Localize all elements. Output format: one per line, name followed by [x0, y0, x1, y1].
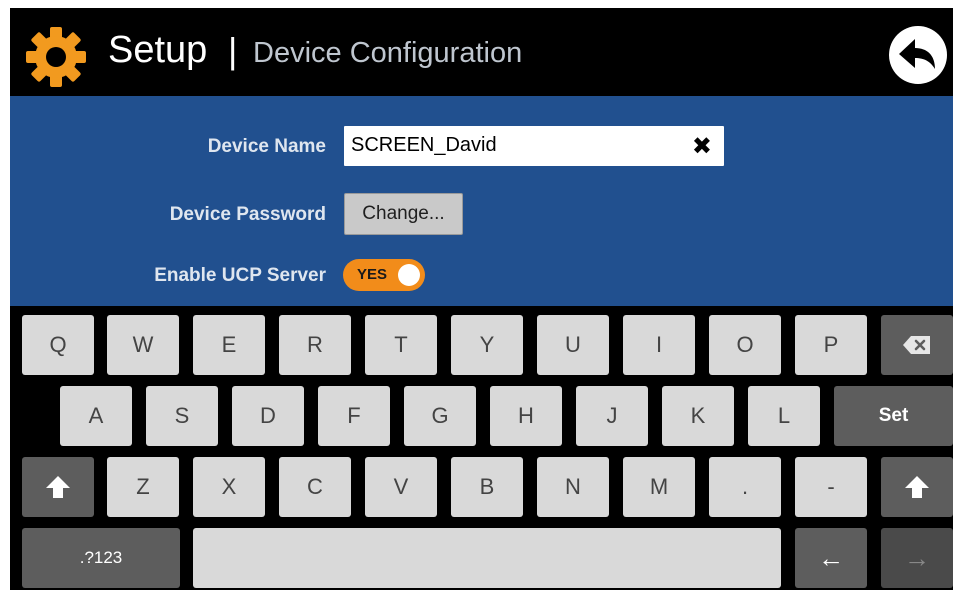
toggle-knob	[398, 264, 420, 286]
on-screen-keyboard: Q W E R T Y U I O P A S D F G H J K L Se…	[10, 306, 953, 590]
key-h[interactable]: H	[490, 386, 562, 446]
key-r[interactable]: R	[279, 315, 351, 375]
shift-icon	[905, 476, 929, 498]
page-title: Setup	[108, 29, 208, 71]
key-u[interactable]: U	[537, 315, 609, 375]
space-key[interactable]	[193, 528, 781, 588]
key-d[interactable]: D	[232, 386, 304, 446]
device-name-label: Device Name	[207, 136, 326, 157]
change-password-button[interactable]: Change...	[344, 193, 463, 235]
shift-icon	[46, 476, 70, 498]
device-password-label: Device Password	[169, 204, 326, 225]
key-c[interactable]: C	[279, 457, 351, 517]
key-v[interactable]: V	[365, 457, 437, 517]
key-m[interactable]: M	[623, 457, 695, 517]
set-key[interactable]: Set	[834, 386, 953, 446]
device-name-value: SCREEN_David	[351, 134, 497, 156]
back-arrow-icon	[899, 39, 935, 69]
key-o[interactable]: O	[709, 315, 781, 375]
right-arrow-key[interactable]: →	[881, 528, 953, 588]
clear-icon[interactable]: ✖	[692, 132, 712, 161]
title-separator: |	[228, 30, 238, 71]
settings-panel: Device Name SCREEN_David ✖ Device Passwo…	[10, 96, 953, 306]
key-b[interactable]: B	[451, 457, 523, 517]
key-l[interactable]: L	[748, 386, 820, 446]
key-w[interactable]: W	[107, 315, 179, 375]
key-dash[interactable]: -	[795, 457, 867, 517]
backspace-icon	[903, 336, 930, 354]
key-g[interactable]: G	[404, 386, 476, 446]
key-n[interactable]: N	[537, 457, 609, 517]
key-s[interactable]: S	[146, 386, 218, 446]
back-button[interactable]	[889, 26, 947, 84]
device-configuration-screen: Setup | Device Configuration Device Name…	[10, 8, 953, 590]
key-t[interactable]: T	[365, 315, 437, 375]
key-i[interactable]: I	[623, 315, 695, 375]
shift-key-left[interactable]	[22, 457, 94, 517]
key-f[interactable]: F	[318, 386, 390, 446]
key-q[interactable]: Q	[22, 315, 94, 375]
toggle-state-text: YES	[357, 266, 388, 283]
key-p[interactable]: P	[795, 315, 867, 375]
ucp-server-label: Enable UCP Server	[154, 265, 326, 286]
key-a[interactable]: A	[60, 386, 132, 446]
shift-key-right[interactable]	[881, 457, 953, 517]
device-name-field[interactable]: SCREEN_David ✖	[344, 126, 724, 166]
key-x[interactable]: X	[193, 457, 265, 517]
gear-icon	[26, 27, 86, 87]
key-y[interactable]: Y	[451, 315, 523, 375]
symbols-key[interactable]: .?123	[22, 528, 180, 588]
key-e[interactable]: E	[193, 315, 265, 375]
page-subtitle: Device Configuration	[253, 37, 523, 69]
key-j[interactable]: J	[576, 386, 648, 446]
ucp-server-toggle[interactable]: YES	[343, 259, 425, 291]
key-k[interactable]: K	[662, 386, 734, 446]
key-z[interactable]: Z	[107, 457, 179, 517]
header-bar: Setup | Device Configuration	[10, 8, 953, 96]
backspace-key[interactable]	[881, 315, 953, 375]
key-period[interactable]: .	[709, 457, 781, 517]
left-arrow-key[interactable]: ←	[795, 528, 867, 588]
